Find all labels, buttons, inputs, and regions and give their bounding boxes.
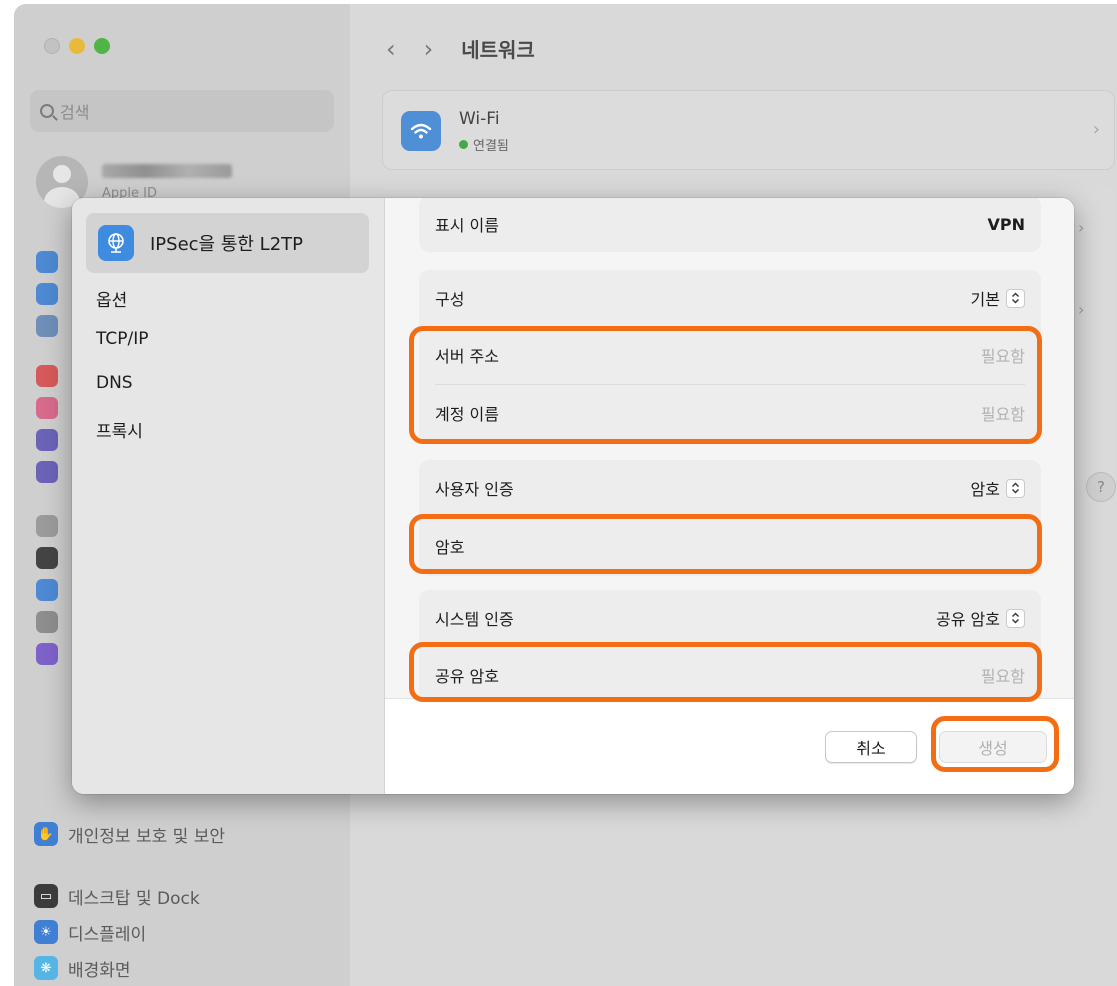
chevron-right-icon: › — [1078, 300, 1085, 319]
accessibility-icon[interactable] — [36, 579, 58, 601]
sidebar-item-proxies[interactable]: 프록시 — [96, 417, 143, 442]
user-auth-popup[interactable]: 암호 — [971, 476, 1025, 500]
account-name-label: 계정 이름 — [435, 405, 499, 424]
bluetooth-icon[interactable] — [36, 283, 58, 305]
machine-auth-row[interactable]: 시스템 인증 공유 암호 — [419, 590, 1041, 646]
sidebar-lower-items: ✋ 개인정보 보호 및 보안 ▭ 데스크탑 및 Dock ☀ 디스플레이 ❋ 배… — [34, 816, 225, 986]
display-name-row[interactable]: 표시 이름 VPN — [419, 198, 1041, 252]
chevron-updown-icon — [1006, 288, 1025, 308]
focus-icon[interactable] — [36, 429, 58, 451]
hand-icon: ✋ — [34, 822, 58, 846]
display-name-group: 표시 이름 VPN — [419, 198, 1041, 252]
zoom-window-button[interactable] — [94, 38, 110, 54]
sidebar-item-label: 배경화면 — [68, 960, 131, 981]
help-button[interactable]: ? — [1086, 472, 1116, 502]
sidebar-item-tcpip[interactable]: TCP/IP — [96, 329, 149, 349]
machine-auth-label: 시스템 인증 — [435, 610, 514, 629]
password-row[interactable]: 암호 — [419, 516, 1041, 576]
chevron-right-icon: › — [1078, 218, 1085, 237]
window-controls — [44, 38, 110, 54]
wifi-row[interactable]: Wi-Fi 연결됨 › — [382, 90, 1115, 170]
sidebar-item-label: 데스크탑 및 Dock — [68, 888, 200, 909]
server-address-field[interactable]: 필요함 — [981, 343, 1025, 367]
minimize-window-button[interactable] — [69, 38, 85, 54]
sidebar-search-field[interactable]: 검색 — [30, 90, 334, 132]
dialog-form: 표시 이름 VPN 구성 기본 서버 주소 필요함 계정 이름 필요함 사용자 … — [385, 198, 1074, 794]
sidebar-item-desktop-dock[interactable]: ▭ 데스크탑 및 Dock — [34, 878, 225, 914]
dialog-footer: 취소 생성 — [385, 698, 1074, 794]
machine-auth-value: 공유 암호 — [936, 610, 1000, 629]
server-address-label: 서버 주소 — [435, 347, 499, 366]
password-label: 암호 — [435, 538, 465, 557]
network-icon[interactable] — [36, 315, 58, 337]
close-window-button[interactable] — [44, 38, 60, 54]
configuration-label: 구성 — [435, 290, 465, 309]
configuration-group: 구성 기본 서버 주소 필요함 계정 이름 필요함 — [419, 270, 1041, 442]
account-name-row[interactable]: 계정 이름 필요함 — [419, 384, 1041, 442]
sidebar-item-displays[interactable]: ☀ 디스플레이 — [34, 914, 225, 950]
dock-icon: ▭ — [34, 884, 58, 908]
blurred-account-name — [102, 163, 232, 178]
vpn-configuration-dialog: IPSec을 통한 L2TP 옵션 TCP/IP DNS 프록시 표시 이름 V… — [72, 198, 1074, 794]
general-icon[interactable] — [36, 515, 58, 537]
sidebar-item-dns[interactable]: DNS — [96, 373, 133, 393]
window-toolbar: ‹ › 네트워크 — [386, 34, 535, 63]
search-icon — [40, 104, 54, 118]
user-auth-row[interactable]: 사용자 인증 암호 — [419, 460, 1041, 516]
cancel-button[interactable]: 취소 — [825, 731, 917, 763]
machine-auth-group: 시스템 인증 공유 암호 공유 암호 필요함 — [419, 590, 1041, 704]
wifi-name: Wi-Fi — [459, 109, 500, 129]
configuration-value: 기본 — [970, 290, 1000, 309]
sidebar-item-label: 디스플레이 — [68, 924, 147, 945]
user-auth-group: 사용자 인증 암호 암호 — [419, 460, 1041, 576]
shared-secret-label: 공유 암호 — [435, 667, 499, 686]
search-placeholder: 검색 — [60, 103, 90, 122]
shared-secret-row[interactable]: 공유 암호 필요함 — [419, 646, 1041, 704]
sidebar-item-label: 개인정보 보호 및 보안 — [68, 826, 225, 847]
siri-icon[interactable] — [36, 643, 58, 665]
server-address-row[interactable]: 서버 주소 필요함 — [419, 326, 1041, 384]
chevron-right-icon: › — [1092, 119, 1100, 140]
sidebar-item-label: IPSec을 통한 L2TP — [150, 234, 304, 255]
sidebar-icon-column — [36, 251, 58, 675]
wifi-icon — [401, 111, 441, 151]
screen-time-icon[interactable] — [36, 461, 58, 483]
configuration-popup[interactable]: 기본 — [971, 286, 1025, 310]
sound-icon[interactable] — [36, 397, 58, 419]
machine-auth-popup[interactable]: 공유 암호 — [936, 606, 1025, 630]
appearance-icon[interactable] — [36, 547, 58, 569]
control-center-icon[interactable] — [36, 611, 58, 633]
wifi-status: 연결됨 — [459, 135, 509, 154]
wifi-status-text: 연결됨 — [473, 139, 509, 154]
account-name-field[interactable]: 필요함 — [981, 401, 1025, 425]
wifi-icon[interactable] — [36, 251, 58, 273]
status-dot-icon — [459, 140, 468, 149]
sidebar-item-l2tp[interactable]: IPSec을 통한 L2TP — [86, 213, 369, 273]
chevron-updown-icon — [1006, 478, 1025, 498]
chevron-updown-icon — [1006, 608, 1025, 628]
wallpaper-icon: ❋ — [34, 956, 58, 980]
forward-chevron-icon[interactable]: › — [424, 35, 434, 63]
sidebar-item-wallpaper[interactable]: ❋ 배경화면 — [34, 950, 225, 986]
display-name-value[interactable]: VPN — [988, 215, 1026, 234]
sidebar-item-options[interactable]: 옵션 — [96, 286, 127, 311]
sidebar-item-privacy[interactable]: ✋ 개인정보 보호 및 보안 — [34, 816, 225, 852]
shared-secret-field[interactable]: 필요함 — [981, 663, 1025, 687]
back-chevron-icon[interactable]: ‹ — [386, 35, 396, 63]
page-title: 네트워크 — [461, 38, 535, 62]
display-icon: ☀ — [34, 920, 58, 944]
configuration-row[interactable]: 구성 기본 — [419, 270, 1041, 326]
create-button[interactable]: 생성 — [939, 731, 1047, 763]
display-name-label: 표시 이름 — [435, 216, 499, 235]
user-auth-value: 암호 — [970, 480, 1000, 499]
dialog-sidebar: IPSec을 통한 L2TP 옵션 TCP/IP DNS 프록시 — [72, 198, 385, 794]
notifications-icon[interactable] — [36, 365, 58, 387]
user-auth-label: 사용자 인증 — [435, 480, 514, 499]
globe-icon — [98, 225, 134, 261]
